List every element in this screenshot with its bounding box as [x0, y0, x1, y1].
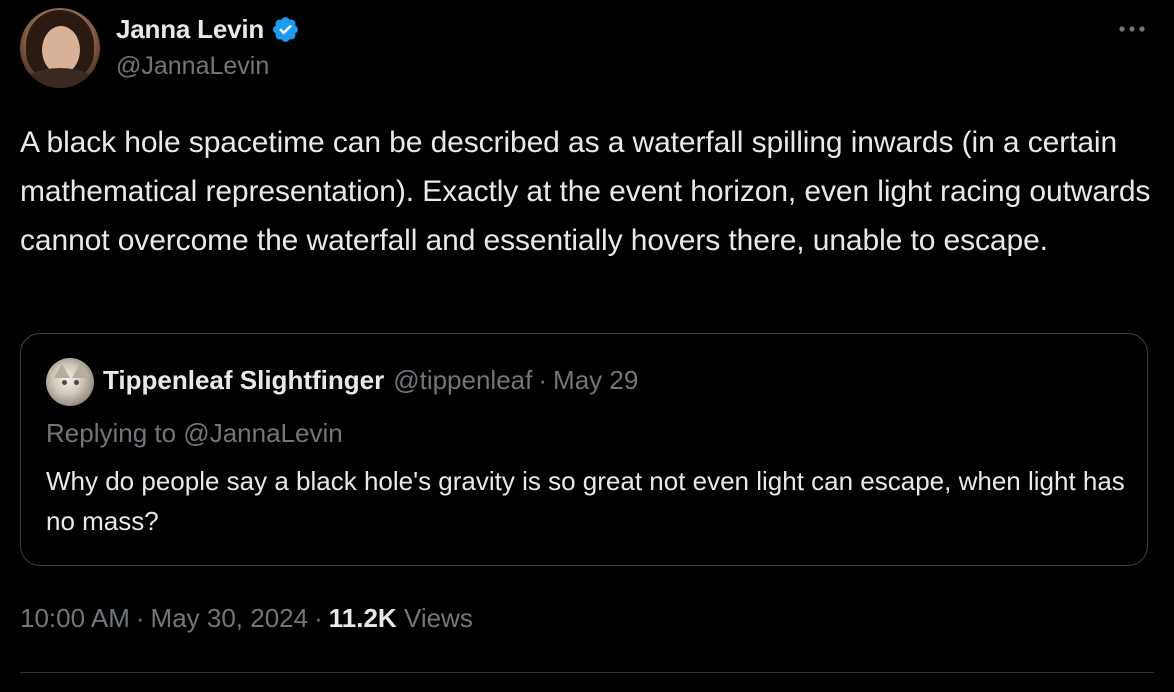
views-count[interactable]: 11.2K [329, 603, 397, 633]
author-name-row: Janna Levin [116, 12, 300, 46]
quoted-text: Why do people say a black hole's gravity… [46, 466, 1125, 536]
author-handle[interactable]: @JannaLevin [116, 52, 269, 81]
quoted-replying-to[interactable]: Replying to @JannaLevin [46, 418, 343, 449]
quoted-author-avatar[interactable] [46, 358, 94, 406]
views-label[interactable]: Views [404, 603, 473, 633]
quoted-separator: · [538, 365, 548, 395]
avatar-ear [54, 364, 70, 378]
quoted-tweet[interactable]: Tippenleaf Slightfinger @tippenleaf · Ma… [20, 333, 1148, 566]
more-options-icon[interactable] [1115, 12, 1149, 46]
tweet-time[interactable]: 10:00 AM [20, 603, 130, 633]
tweet-metadata: 10:00 AM · May 30, 2024 · 11.2K Views [20, 603, 473, 634]
meta-separator: · [135, 603, 145, 633]
verified-badge-icon[interactable] [271, 15, 300, 44]
quoted-date[interactable]: May 29 [553, 365, 638, 396]
quoted-header: Tippenleaf Slightfinger @tippenleaf · Ma… [103, 365, 638, 396]
avatar-ear [72, 364, 88, 378]
avatar-face [42, 26, 80, 74]
quoted-handle[interactable]: @tippenleaf [393, 365, 532, 396]
avatar-eye [74, 380, 79, 385]
avatar-eye [62, 380, 67, 385]
tweet-text: A black hole spacetime can be described … [20, 126, 1151, 257]
tweet-detail: Janna Levin @JannaLevin A black hole spa… [0, 0, 1174, 692]
divider [20, 672, 1154, 673]
author-display-name[interactable]: Janna Levin [116, 14, 264, 45]
author-avatar[interactable] [20, 8, 100, 88]
tweet-date[interactable]: May 30, 2024 [151, 603, 309, 633]
avatar-shoulder [20, 68, 100, 88]
meta-separator: · [314, 603, 323, 633]
quoted-display-name[interactable]: Tippenleaf Slightfinger [103, 365, 384, 396]
